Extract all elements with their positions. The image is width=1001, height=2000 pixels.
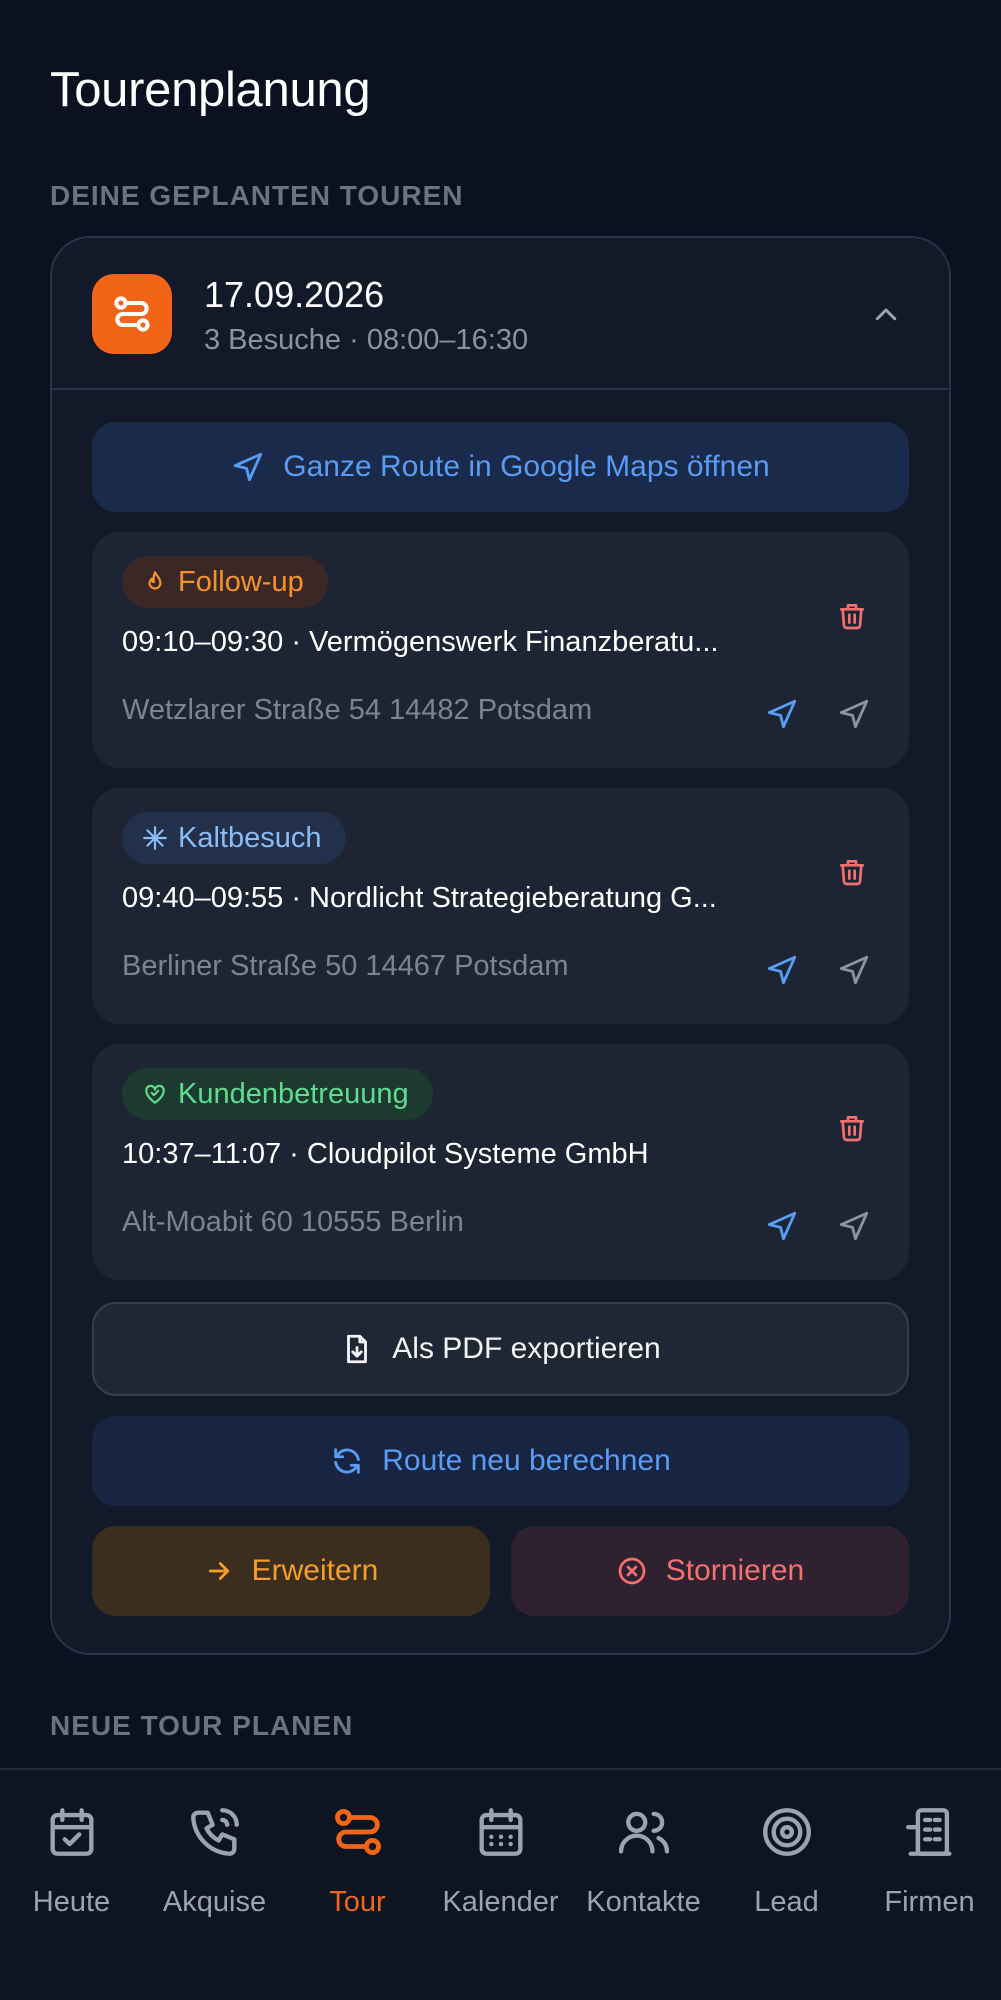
nav-label: Tour [329, 1886, 386, 1918]
navigate-alt-button[interactable] [832, 948, 876, 992]
navigation-icon [767, 699, 797, 729]
extend-tour-button[interactable]: Erweitern [92, 1526, 490, 1616]
route-icon [326, 1800, 390, 1864]
delete-visit-button[interactable] [830, 1106, 874, 1150]
nav-label: Firmen [884, 1886, 975, 1918]
phone-call-icon [183, 1800, 247, 1864]
navigate-alt-button[interactable] [832, 692, 876, 736]
chevron-up-icon [875, 308, 897, 321]
nav-label: Heute [32, 1886, 111, 1918]
open-route-google-maps-label: Ganze Route in Google Maps öffnen [283, 450, 770, 483]
route-icon [92, 274, 172, 354]
visit-card[interactable]: Follow-up 09:10–09:30 · Vermögenswerk Fi… [92, 532, 909, 768]
navigation-icon [234, 452, 263, 482]
navigation-icon [839, 699, 869, 729]
page-title: Tourenplanung [50, 63, 371, 117]
visit-card[interactable]: Kundenbetreuung 10:37–11:07 · Cloudpilot… [92, 1044, 909, 1280]
nav-item-akquise[interactable]: Akquise [143, 1800, 286, 1930]
visit-type-badge: Kundenbetreuung [122, 1068, 433, 1120]
tour-header[interactable]: 17.09.2026 3 Besuche · 08:00–16:30 [52, 238, 949, 390]
visit-address: Berliner Straße 50 14467 Potsdam [122, 950, 569, 982]
visit-type-label: Kundenbetreuung [178, 1077, 409, 1110]
users-icon [612, 1800, 676, 1864]
arrow-right-icon [208, 1562, 229, 1580]
navigate-button[interactable] [760, 1204, 804, 1248]
export-pdf-button[interactable]: Als PDF exportieren [92, 1302, 909, 1396]
extend-tour-label: Erweitern [251, 1554, 379, 1587]
calendar-grid-icon [469, 1800, 533, 1864]
file-download-icon [347, 1334, 368, 1364]
trash-icon [840, 860, 864, 886]
visit-type-label: Follow-up [178, 565, 304, 598]
tour-meta: 3 Besuche · 08:00–16:30 [204, 324, 529, 356]
collapse-button[interactable] [861, 290, 911, 340]
building-icon [898, 1800, 962, 1864]
refresh-icon [334, 1448, 360, 1474]
bottom-navigation: Heute Akquise Tour Kalender Kontakte Lea… [0, 1768, 1001, 2000]
cancel-tour-button[interactable]: Stornieren [511, 1526, 909, 1616]
visit-type-badge: Follow-up [122, 556, 328, 608]
open-route-google-maps-button[interactable]: Ganze Route in Google Maps öffnen [92, 422, 909, 512]
trash-icon [840, 604, 864, 630]
export-pdf-label: Als PDF exportieren [392, 1332, 661, 1365]
nav-label: Akquise [162, 1886, 267, 1918]
nav-item-heute[interactable]: Heute [0, 1800, 143, 1930]
recalculate-route-button[interactable]: Route neu berechnen [92, 1416, 909, 1506]
nav-label: Kalender [442, 1886, 559, 1918]
nav-item-tour[interactable]: Tour [286, 1800, 429, 1930]
navigate-button[interactable] [760, 692, 804, 736]
navigation-icon [767, 1211, 797, 1241]
navigation-icon [839, 1211, 869, 1241]
navigate-button[interactable] [760, 948, 804, 992]
heart-handshake-icon [145, 1084, 165, 1104]
section-label-new-tour: NEUE TOUR PLANEN [50, 1710, 354, 1741]
visit-type-label: Kaltbesuch [178, 821, 322, 854]
nav-item-firmen[interactable]: Firmen [858, 1800, 1001, 1930]
visit-title: 10:37–11:07 · Cloudpilot Systeme GmbH [122, 1138, 649, 1170]
x-circle-icon [618, 1557, 646, 1585]
tour-date: 17.09.2026 [204, 274, 385, 315]
cancel-tour-label: Stornieren [665, 1554, 805, 1587]
target-icon [755, 1800, 819, 1864]
snowflake-icon [143, 826, 167, 850]
recalculate-route-label: Route neu berechnen [382, 1444, 671, 1477]
nav-item-lead[interactable]: Lead [715, 1800, 858, 1930]
flame-icon [148, 571, 162, 590]
delete-visit-button[interactable] [830, 594, 874, 638]
visit-title: 09:40–09:55 · Nordlicht Strategieberatun… [122, 882, 717, 914]
visit-address: Alt-Moabit 60 10555 Berlin [122, 1206, 464, 1238]
visit-card[interactable]: Kaltbesuch 09:40–09:55 · Nordlicht Strat… [92, 788, 909, 1024]
visit-address: Wetzlarer Straße 54 14482 Potsdam [122, 694, 593, 726]
visit-title: 09:10–09:30 · Vermögenswerk Finanzberatu… [122, 626, 719, 658]
navigation-icon [767, 955, 797, 985]
nav-item-kalender[interactable]: Kalender [429, 1800, 572, 1930]
calendar-check-icon [40, 1800, 104, 1864]
trash-icon [840, 1116, 864, 1142]
nav-label: Kontakte [586, 1886, 701, 1918]
navigate-alt-button[interactable] [832, 1204, 876, 1248]
navigation-icon [839, 955, 869, 985]
tour-card: 17.09.2026 3 Besuche · 08:00–16:30 Ganze… [50, 236, 951, 1655]
nav-label: Lead [754, 1886, 819, 1918]
delete-visit-button[interactable] [830, 850, 874, 894]
visit-type-badge: Kaltbesuch [122, 812, 346, 864]
tour-planning-screen: Tourenplanung DEINE GEPLANTEN TOUREN 17.… [0, 0, 1001, 2000]
nav-item-kontakte[interactable]: Kontakte [572, 1800, 715, 1930]
section-label-planned-tours: DEINE GEPLANTEN TOUREN [50, 180, 464, 211]
